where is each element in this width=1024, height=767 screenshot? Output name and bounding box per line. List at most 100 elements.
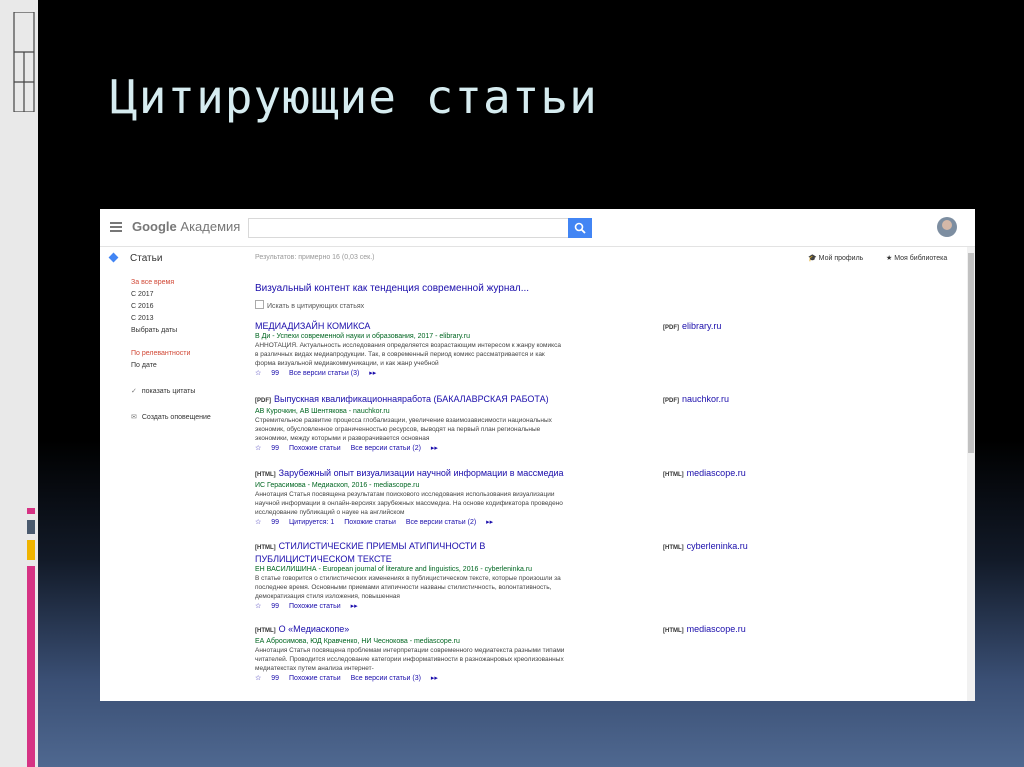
left-decor-panel xyxy=(0,0,38,767)
create-alert-link[interactable]: ✉ Создать оповещение xyxy=(131,413,211,421)
filter-since-2013[interactable]: С 2013 xyxy=(131,315,154,322)
save-star-icon[interactable]: ☆ xyxy=(255,370,261,377)
fulltext-source: mediascope.ru xyxy=(686,468,746,478)
save-star-icon[interactable]: ☆ xyxy=(255,675,261,682)
result-actions: ☆ 99 Цитируется: 1 Похожие статьи Все ве… xyxy=(255,518,975,528)
versions-link[interactable]: Все версии статьи (2) xyxy=(406,519,476,526)
result-item: МЕДИАДИЗАЙН КОМИКСА В Ди - Успехи соврем… xyxy=(255,321,975,379)
sort-relevance[interactable]: По релевантности xyxy=(131,350,190,357)
result-type-tag: [HTML] xyxy=(255,472,276,478)
menu-icon[interactable] xyxy=(110,222,122,232)
filter-any-time[interactable]: За все время xyxy=(131,279,174,286)
more-icon[interactable]: ▸▸ xyxy=(431,445,438,452)
result-item: [HTML] Зарубежный опыт визуализации научн… xyxy=(255,468,975,528)
result-title: МЕДИАДИЗАЙН КОМИКСА xyxy=(255,321,371,331)
result-title: Зарубежный опыт визуализации научной инф… xyxy=(278,468,564,478)
star-icon: ★ xyxy=(886,255,895,262)
graduation-cap-icon: 🎓 xyxy=(808,255,819,262)
fulltext-source: mediascope.ru xyxy=(686,624,746,634)
versions-link[interactable]: Все версии статьи (2) xyxy=(351,445,421,452)
related-articles-link[interactable]: Похожие статьи xyxy=(344,519,396,526)
fulltext-type: [HTML] xyxy=(663,472,684,478)
search-input[interactable] xyxy=(248,218,568,238)
fulltext-type: [HTML] xyxy=(663,545,684,551)
result-actions: ☆ 99 Все версии статьи (3) ▸▸ xyxy=(255,369,975,379)
section-label[interactable]: Статьи xyxy=(130,253,162,264)
related-articles-link[interactable]: Похожие статьи xyxy=(289,445,341,452)
filter-since-2016[interactable]: С 2016 xyxy=(131,303,154,310)
cited-by-link[interactable]: Цитируется: 1 xyxy=(289,519,334,526)
results-count: Результатов: примерно 16 (0,03 сек.) xyxy=(255,254,375,261)
cite-quote-icon[interactable]: 99 xyxy=(271,603,279,610)
fulltext-type: [PDF] xyxy=(663,398,679,404)
save-star-icon[interactable]: ☆ xyxy=(255,519,261,526)
articles-icon xyxy=(108,252,119,263)
accent-bar-yellow xyxy=(27,540,35,560)
result-fulltext-link[interactable]: [HTML] mediascope.ru xyxy=(663,624,746,634)
result-snippet: В статье говорится о стилистических изме… xyxy=(255,575,561,600)
accent-bar-slate xyxy=(27,520,35,534)
show-citations-label: показать цитаты xyxy=(141,388,196,395)
profile-link[interactable]: 🎓 Мой профиль xyxy=(808,254,863,262)
result-fulltext-link[interactable]: [PDF] elibrary.ru xyxy=(663,321,721,331)
related-articles-link[interactable]: Похожие статьи xyxy=(289,675,341,682)
search-within-checkbox[interactable] xyxy=(255,300,264,309)
result-title-link[interactable]: [HTML] О «Медиаскопе» xyxy=(255,624,575,637)
related-articles-link[interactable]: Похожие статьи xyxy=(289,603,341,610)
result-fulltext-link[interactable]: [HTML] cyberleninka.ru xyxy=(663,541,748,551)
result-title: Выпускная квалификационнаяработа (БАКАЛА… xyxy=(274,394,549,404)
library-link[interactable]: ★ Моя библиотека xyxy=(886,254,947,262)
more-icon[interactable]: ▸▸ xyxy=(431,675,438,682)
result-snippet: Аннотация Статья посвящена проблемам инт… xyxy=(255,647,565,672)
cite-quote-icon[interactable]: 99 xyxy=(271,675,279,682)
save-star-icon[interactable]: ☆ xyxy=(255,445,261,452)
result-authors: ЕА Абросимова, ЮД Кравченко, НИ Чесноков… xyxy=(255,638,460,645)
result-item: [HTML] СТИЛИСТИЧЕСКИЕ ПРИЕМЫ АТИПИЧНОСТИ … xyxy=(255,541,975,612)
avatar[interactable] xyxy=(937,217,957,237)
result-type-tag: [PDF] xyxy=(255,398,271,404)
result-title-link[interactable]: МЕДИАДИЗАЙН КОМИКСА xyxy=(255,321,575,332)
more-icon[interactable]: ▸▸ xyxy=(351,603,358,610)
result-authors: ЕН ВАСИЛИШИНА - European journal of lite… xyxy=(255,566,533,573)
scrollbar[interactable] xyxy=(967,247,975,701)
cited-article-title[interactable]: Визуальный контент как тенденция совреме… xyxy=(255,283,529,294)
scholar-screenshot: Google Академия Статьи Результатов: прим… xyxy=(100,209,975,701)
accent-bar-pink xyxy=(27,508,35,514)
more-icon[interactable]: ▸▸ xyxy=(486,519,493,526)
search-button[interactable] xyxy=(568,218,592,238)
result-authors: АВ Курочкин, АВ Шентякова - nauchkor.ru xyxy=(255,408,390,415)
cite-quote-icon[interactable]: 99 xyxy=(271,445,279,452)
logo-google: Google xyxy=(132,219,177,234)
result-actions: ☆ 99 Похожие статьи Все версии статьи (3… xyxy=(255,674,975,684)
search-within-citing[interactable]: Искать в цитирующих статьях xyxy=(255,300,364,310)
fulltext-source: elibrary.ru xyxy=(682,321,722,331)
cite-quote-icon[interactable]: 99 xyxy=(271,519,279,526)
sort-date[interactable]: По дате xyxy=(131,362,157,369)
create-alert-label: Создать оповещение xyxy=(141,414,211,421)
save-star-icon[interactable]: ☆ xyxy=(255,603,261,610)
scholar-logo[interactable]: Google Академия xyxy=(132,219,240,234)
result-item: [PDF] Выпускная квалификационнаяработа (Б… xyxy=(255,394,975,454)
show-citations-toggle[interactable]: ✓ показать цитаты xyxy=(131,387,195,395)
result-fulltext-link[interactable]: [PDF] nauchkor.ru xyxy=(663,394,729,404)
more-icon[interactable]: ▸▸ xyxy=(369,370,376,377)
library-label: Моя библиотека xyxy=(894,255,948,262)
result-title-link[interactable]: [HTML] СТИЛИСТИЧЕСКИЕ ПРИЕМЫ АТИПИЧНОСТИ … xyxy=(255,541,575,565)
cite-quote-icon[interactable]: 99 xyxy=(271,370,279,377)
versions-link[interactable]: Все версии статьи (3) xyxy=(289,370,359,377)
fulltext-type: [PDF] xyxy=(663,325,679,331)
result-type-tag: [HTML] xyxy=(255,628,276,634)
result-title-link[interactable]: [PDF] Выпускная квалификационнаяработа (Б… xyxy=(255,394,575,407)
result-type-tag: [HTML] xyxy=(255,545,276,551)
filter-since-2017[interactable]: С 2017 xyxy=(131,291,154,298)
result-actions: ☆ 99 Похожие статьи ▸▸ xyxy=(255,602,975,612)
versions-link[interactable]: Все версии статьи (3) xyxy=(351,675,421,682)
result-title-link[interactable]: [HTML] Зарубежный опыт визуализации научн… xyxy=(255,468,575,481)
scholar-topbar: Google Академия xyxy=(100,209,975,247)
filter-custom-range[interactable]: Выбрать даты xyxy=(131,327,177,334)
fulltext-type: [HTML] xyxy=(663,628,684,634)
result-fulltext-link[interactable]: [HTML] mediascope.ru xyxy=(663,468,746,478)
result-authors: ИС Герасимова - Медиаскоп, 2016 - medias… xyxy=(255,482,420,489)
scrollbar-thumb[interactable] xyxy=(968,253,974,453)
fulltext-source: nauchkor.ru xyxy=(682,394,730,404)
